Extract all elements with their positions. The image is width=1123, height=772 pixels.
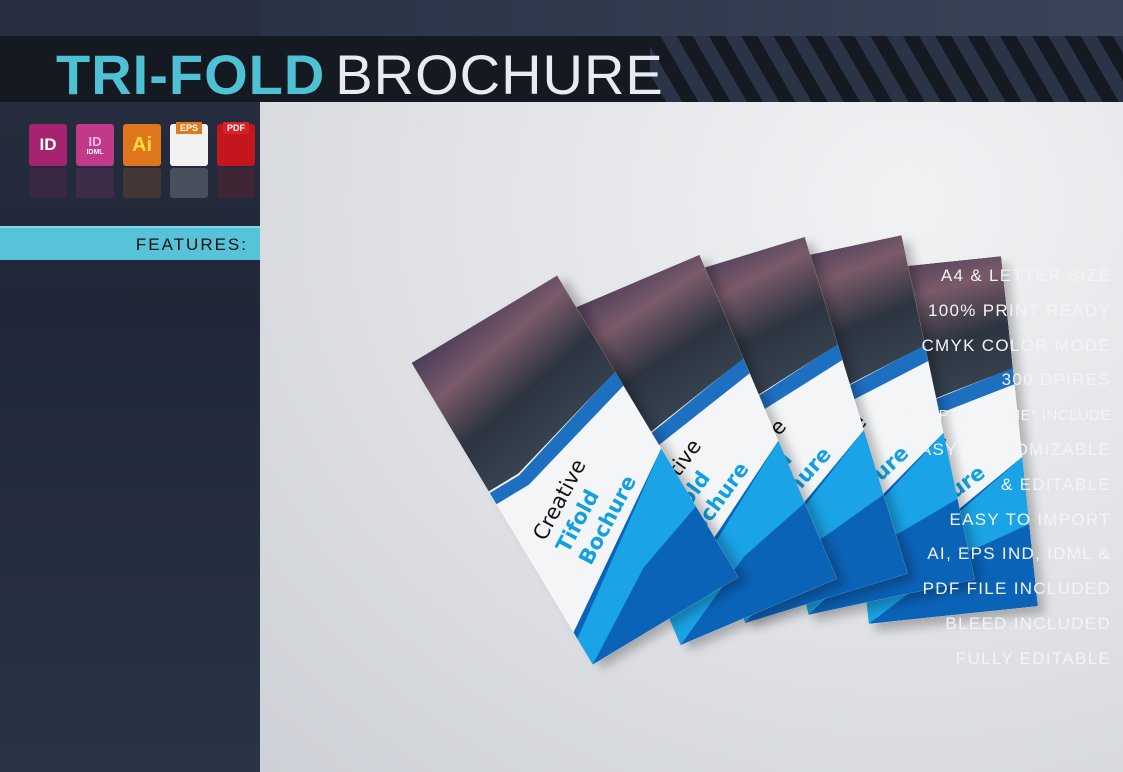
idml-label: ID xyxy=(88,134,102,149)
eps-label: EPS xyxy=(175,122,202,134)
eps-icon: EPS xyxy=(170,122,208,198)
title-bold: TRI-FOLD xyxy=(56,43,326,102)
mockup-area: CreativeTifoldBochureCreativeTifoldBochu… xyxy=(260,102,1123,772)
feature-item: CMYK COLOR MODE xyxy=(921,335,1111,355)
feature-item: 100% PRINT READY xyxy=(928,300,1111,320)
title-light: BROCHURE xyxy=(335,43,664,102)
feature-item: & EDITABLE xyxy=(1001,474,1111,494)
feature-item: BLEED INCLUDED xyxy=(945,614,1111,633)
idml-sublabel: IDML xyxy=(86,149,104,156)
feature-item: PDF FILE INCLUDED xyxy=(922,579,1111,599)
illustrator-icon: Ai xyxy=(123,124,161,198)
feature-item: EASY CUSTOMIZABLE xyxy=(907,440,1111,459)
idml-icon: ID IDML xyxy=(76,124,114,198)
top-band xyxy=(260,0,1123,36)
features-label: FEATURES: xyxy=(135,235,248,254)
feature-item: HELP "READ ME" INCLUDE xyxy=(907,407,1111,425)
feature-item: AI, EPS IND, IDML & xyxy=(927,544,1111,564)
sidebar xyxy=(0,0,260,772)
indesign-icon: ID xyxy=(29,124,67,198)
file-format-icons: ID ID IDML Ai EPS PDF xyxy=(29,122,255,198)
stripe-decoration xyxy=(650,36,1123,102)
feature-item: EASY TO IMPORT xyxy=(949,509,1111,529)
feature-item: FULLY EDITABLE xyxy=(955,648,1111,668)
page-title: TRI-FOLD BROCHURE xyxy=(56,42,664,102)
pdf-label: PDF xyxy=(223,122,249,134)
features-header: FEATURES: xyxy=(0,226,260,260)
feature-item: A4 & LETTER SIZE xyxy=(940,266,1111,285)
illustrator-label: Ai xyxy=(132,133,152,156)
title-bar: TRI-FOLD BROCHURE xyxy=(0,36,1123,102)
pdf-icon: PDF xyxy=(217,122,255,198)
indesign-label: ID xyxy=(39,135,57,154)
feature-item: 300 DPIRES xyxy=(1001,370,1111,390)
